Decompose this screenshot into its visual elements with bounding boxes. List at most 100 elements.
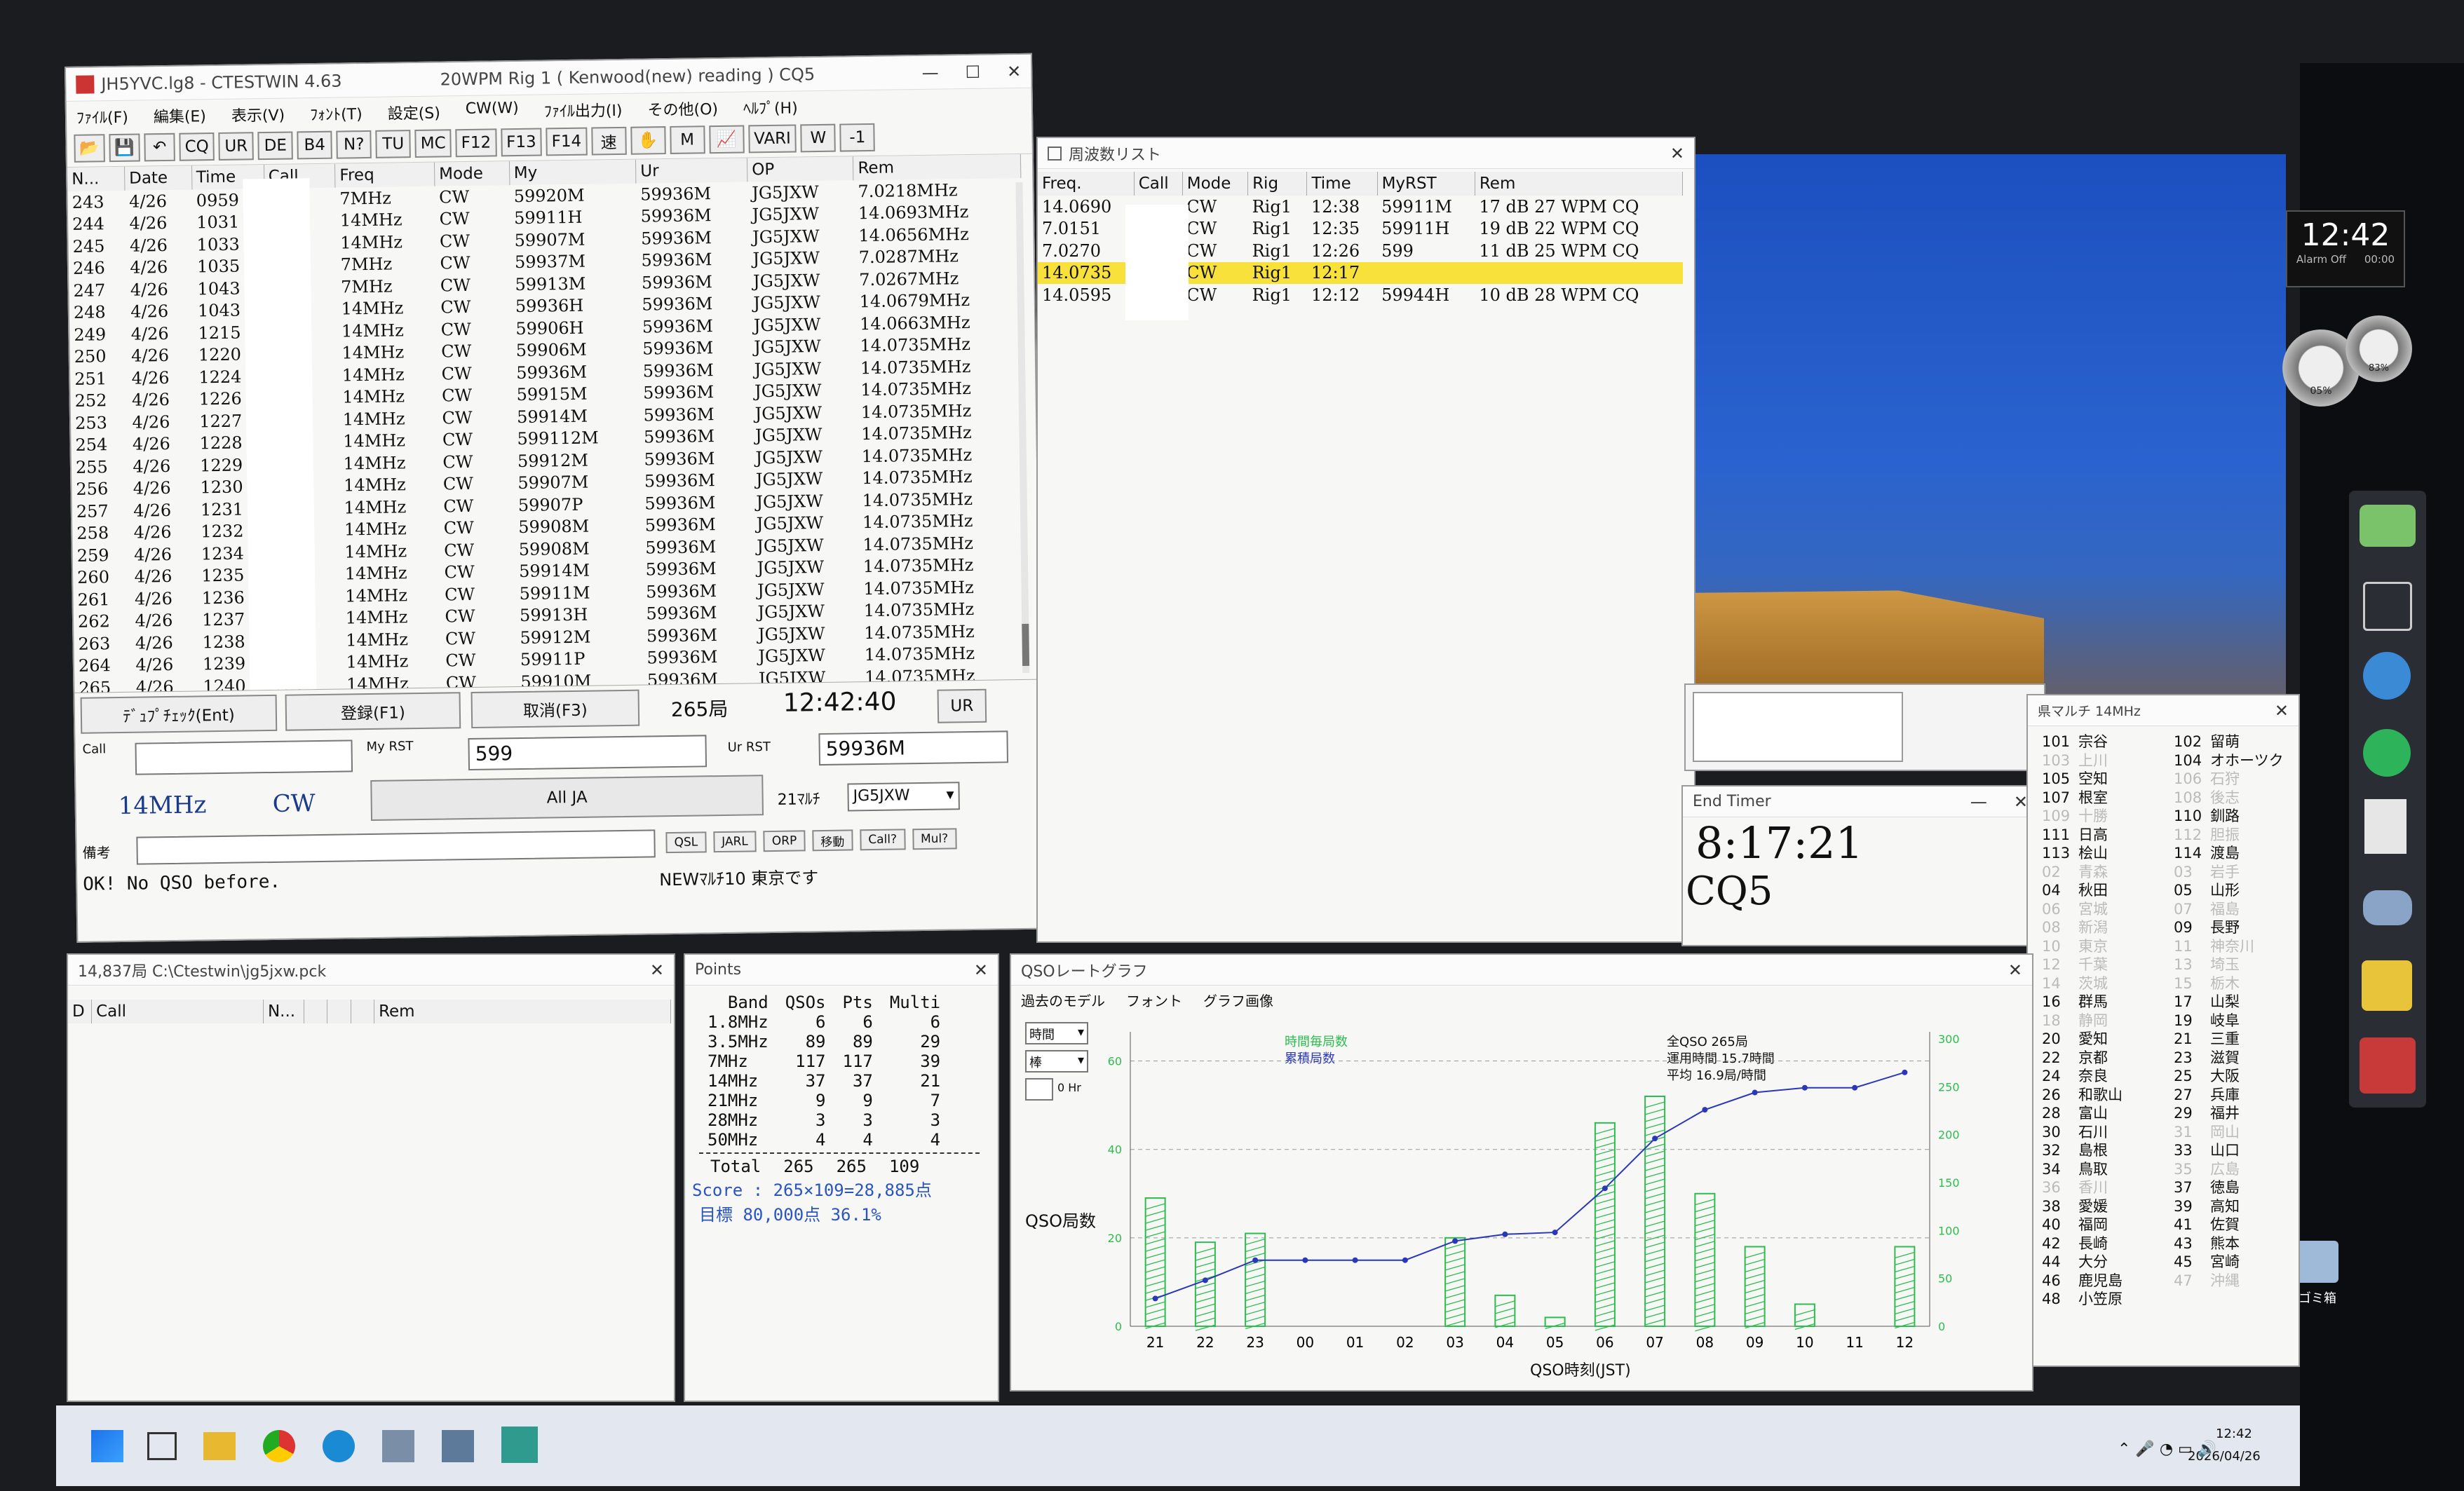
- column-header[interactable]: Rem: [853, 154, 1021, 181]
- ur-rst-input[interactable]: 59936M: [818, 730, 1008, 766]
- start-icon[interactable]: [91, 1430, 123, 1462]
- column-header[interactable]: D: [68, 1000, 93, 1023]
- close-button[interactable]: ✕: [1670, 144, 1684, 163]
- toolbar-button[interactable]: -1: [839, 123, 876, 152]
- toolbar-button[interactable]: 📈: [708, 124, 745, 154]
- small-button[interactable]: 移動: [812, 829, 853, 852]
- close-button[interactable]: ✕: [2014, 792, 2028, 812]
- small-button[interactable]: ORP: [763, 830, 806, 852]
- log-entry-button[interactable]: 登録(F1): [285, 692, 461, 731]
- minimize-button[interactable]: —: [1970, 792, 1987, 812]
- menu-item[interactable]: 設定(S): [387, 101, 440, 123]
- close-button[interactable]: ✕: [974, 960, 988, 980]
- launcher-globe-icon[interactable]: [2363, 652, 2411, 700]
- mini-input-field[interactable]: [1693, 692, 1903, 762]
- remark-input[interactable]: [136, 829, 656, 865]
- launcher-satellite-icon[interactable]: [2363, 890, 2412, 925]
- small-button[interactable]: Mul?: [912, 828, 957, 850]
- save-icon[interactable]: 💾: [109, 133, 140, 162]
- column-header[interactable]: Date: [124, 165, 192, 191]
- column-header[interactable]: Mode: [1182, 172, 1249, 196]
- menu-item[interactable]: 表示(V): [231, 103, 285, 125]
- toolbar-button[interactable]: VARI: [747, 123, 797, 153]
- toolbar-button[interactable]: 速: [590, 126, 627, 156]
- column-header[interactable]: Freq.: [1038, 172, 1135, 196]
- column-header[interactable]: Rig: [1247, 172, 1308, 196]
- close-button[interactable]: ✕: [650, 960, 664, 980]
- toolbar-button[interactable]: M: [669, 125, 705, 154]
- menu-item[interactable]: ﾌｫﾝﾄ(T): [310, 102, 363, 124]
- ctestwin-icon[interactable]: [501, 1427, 538, 1463]
- explorer-icon[interactable]: [203, 1432, 236, 1460]
- ur-button[interactable]: UR: [937, 688, 987, 723]
- launcher-evernote-icon[interactable]: [2363, 729, 2411, 777]
- column-header[interactable]: Rem: [1475, 172, 1684, 196]
- toolbar-button[interactable]: MC: [414, 128, 452, 158]
- launcher-antenna-icon[interactable]: [2363, 582, 2412, 631]
- multi-item: 06 宮城: [2042, 898, 2153, 918]
- toolbar-button[interactable]: UR: [218, 131, 255, 161]
- toolbar-button[interactable]: W: [800, 123, 837, 152]
- toolbar-button[interactable]: F12: [455, 128, 497, 157]
- taskview-icon[interactable]: [147, 1432, 177, 1460]
- menu-item[interactable]: その他(O): [647, 97, 718, 119]
- multi-code: 109: [2042, 808, 2071, 824]
- toolbar-button[interactable]: N?: [336, 130, 372, 159]
- minimize-button[interactable]: —: [921, 62, 938, 82]
- column-header[interactable]: Call: [1134, 172, 1183, 196]
- menu-item[interactable]: ﾌｧｲﾙ(F): [76, 105, 128, 128]
- toolbar-button[interactable]: ✋: [630, 125, 666, 155]
- small-button[interactable]: QSL: [665, 831, 707, 854]
- menu-item[interactable]: ﾍﾙﾌﾟ(H): [743, 95, 798, 118]
- column-header[interactable]: [351, 1000, 375, 1023]
- column-header[interactable]: [304, 1000, 328, 1023]
- menu-item[interactable]: 編集(E): [154, 104, 206, 126]
- close-button[interactable]: ✕: [2275, 701, 2289, 721]
- column-header[interactable]: [327, 1000, 351, 1023]
- toolbar-button[interactable]: CQ: [179, 132, 215, 161]
- column-header[interactable]: N...: [67, 166, 125, 191]
- operator-select[interactable]: JG5JXW ▾: [847, 782, 960, 812]
- system-tray-icons[interactable]: ⌃ 🎤 ◔ ▭ 🔊: [2118, 1441, 2216, 1458]
- toolbar-button[interactable]: F14: [546, 127, 588, 156]
- column-header[interactable]: Call: [91, 1000, 264, 1023]
- close-button[interactable]: ✕: [1007, 61, 1021, 81]
- toolbar-button[interactable]: DE: [257, 130, 294, 160]
- column-header[interactable]: My: [509, 159, 636, 186]
- undo-icon[interactable]: ↶: [144, 132, 175, 161]
- menu-item[interactable]: ﾌｧｲﾙ出力(I): [544, 98, 623, 121]
- column-header[interactable]: MyRST: [1377, 172, 1475, 196]
- column-header[interactable]: Time: [1306, 172, 1378, 196]
- column-header[interactable]: OP: [747, 156, 854, 182]
- toolbar-button[interactable]: B4: [297, 130, 333, 159]
- toolbar-button[interactable]: TU: [375, 129, 412, 158]
- table-cell: 7.0287MHz: [858, 246, 959, 268]
- small-button[interactable]: JARL: [712, 831, 757, 853]
- contest-select[interactable]: All JA: [370, 775, 764, 822]
- multi-code: 111: [2042, 826, 2071, 843]
- recycle-bin-icon[interactable]: [2296, 1241, 2338, 1283]
- launcher-chat-icon[interactable]: [2360, 505, 2416, 547]
- network-app-icon[interactable]: [382, 1430, 414, 1462]
- column-header[interactable]: Mode: [434, 161, 510, 186]
- cancel-entry-button[interactable]: 取消(F3): [471, 689, 640, 728]
- column-header[interactable]: Freq: [334, 162, 435, 188]
- column-header[interactable]: N...: [263, 1000, 304, 1023]
- chrome-icon[interactable]: [263, 1430, 295, 1462]
- maximize-button[interactable]: ☐: [965, 62, 980, 81]
- computer-app-icon[interactable]: [442, 1430, 474, 1462]
- launcher-app-icon[interactable]: [2362, 960, 2412, 1011]
- column-header[interactable]: Ur: [635, 158, 747, 184]
- launcher-meter-icon[interactable]: [2360, 1037, 2416, 1094]
- toolbar-button[interactable]: F13: [500, 128, 542, 156]
- call-input[interactable]: [135, 740, 353, 775]
- launcher-document-icon[interactable]: [2364, 799, 2407, 854]
- my-rst-input[interactable]: 599: [468, 735, 708, 771]
- dupe-check-button[interactable]: ﾃﾞｭﾌﾟﾁｪｯｸ(Ent): [80, 694, 278, 734]
- edge-icon[interactable]: [323, 1430, 355, 1462]
- small-button[interactable]: Call?: [860, 829, 906, 851]
- menu-item[interactable]: CW(W): [466, 100, 519, 120]
- open-icon[interactable]: 📂: [74, 133, 105, 163]
- cumulative-point: [1801, 1084, 1808, 1091]
- column-header[interactable]: Rem: [374, 1000, 671, 1023]
